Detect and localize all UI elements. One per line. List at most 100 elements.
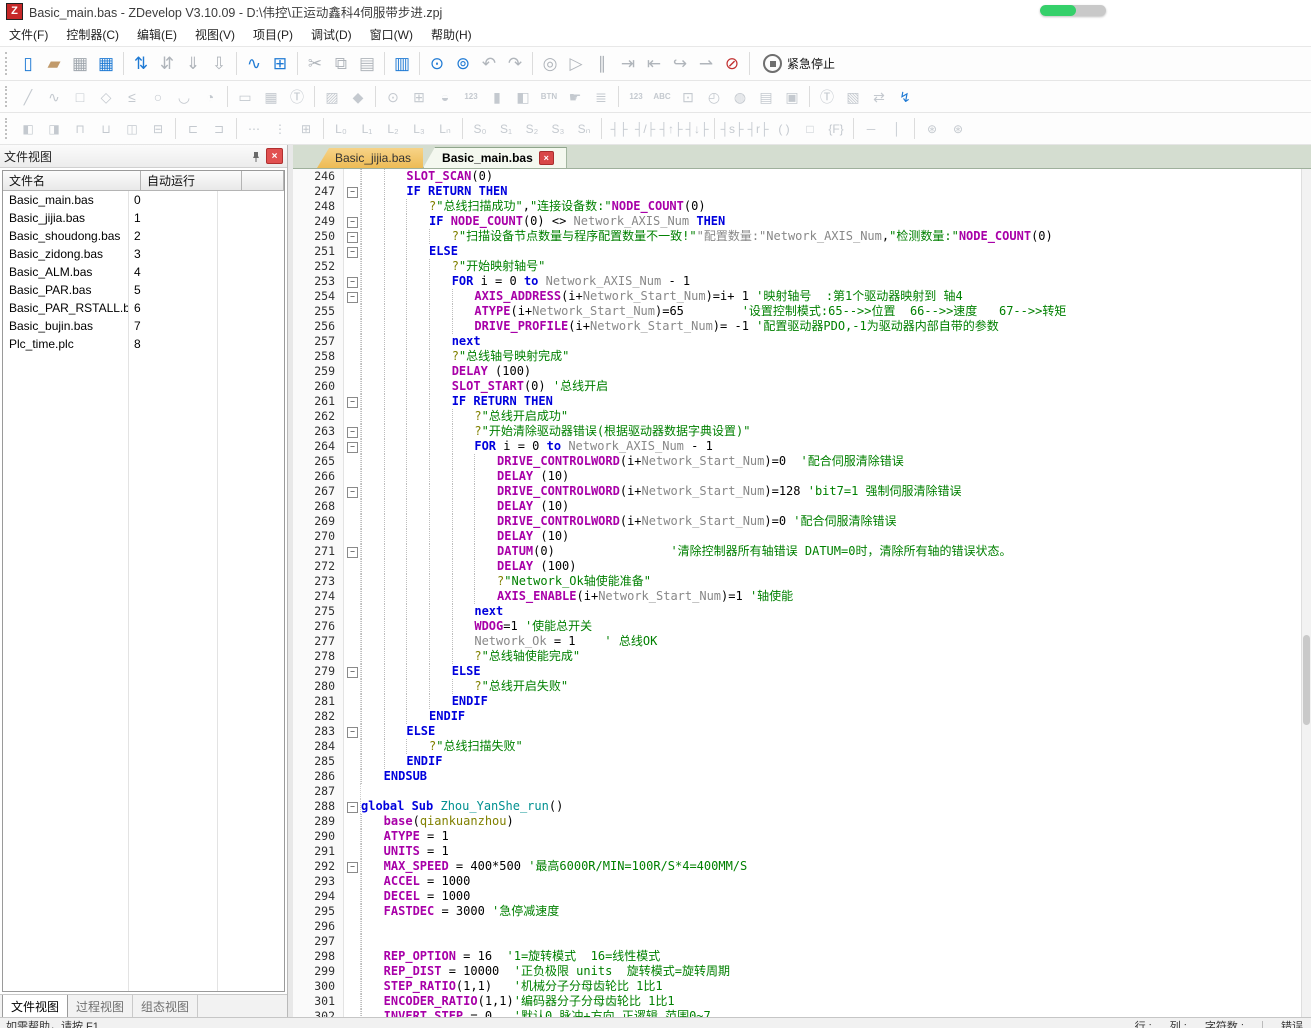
bus-config-button[interactable]: ⊞ [268,52,292,76]
center-vertical-button[interactable]: ⊟ [146,119,170,139]
download-rom-button[interactable]: ⇩ [207,52,231,76]
align-right-button[interactable]: ◨ [42,119,66,139]
button-widget-button[interactable]: ▮ [485,86,509,108]
contact-falling-button[interactable]: ┤↓├ [685,119,709,139]
scrollbar-thumb[interactable] [1303,635,1310,725]
redo-button[interactable]: ↷ [503,52,527,76]
oscilloscope-button[interactable]: ∿ [242,52,266,76]
slider-widget-button[interactable]: ⊡ [676,86,700,108]
touch-widget-button[interactable]: ☛ [563,86,587,108]
align-left-button[interactable]: ◧ [16,119,40,139]
fold-marker-icon[interactable]: − [347,217,358,228]
h-line-button[interactable]: ─ [859,119,883,139]
cad-import-button[interactable]: ▣ [780,86,804,108]
column-extra[interactable] [242,171,284,191]
coil-button[interactable]: ( ) [772,119,796,139]
make-same-height-button[interactable]: ⊐ [207,119,231,139]
fold-marker-icon[interactable]: − [347,427,358,438]
ladder-s3-button[interactable]: S₃ [546,119,570,139]
image-widget-button[interactable]: ▨ [320,86,344,108]
new-file-button[interactable]: ▯ [16,52,40,76]
fold-margin[interactable]: − [344,664,361,679]
fold-margin[interactable]: − [344,859,361,874]
menu-item[interactable]: 项目(P) [244,23,302,46]
swap-widget-button[interactable]: ⇄ [867,86,891,108]
save-screen-button[interactable]: ▤ [754,86,778,108]
fold-margin[interactable]: − [344,484,361,499]
fold-margin[interactable]: − [344,289,361,304]
file-row[interactable]: Basic_PAR_RSTALL.bas6 [3,299,284,317]
picture-widget-button[interactable]: ▧ [841,86,865,108]
distribute-vertical-button[interactable]: ⋮ [268,119,292,139]
gesture-draw-button[interactable]: ↯ [893,86,917,108]
step-into-button[interactable]: ⇥ [616,52,640,76]
ladder-s2-button[interactable]: S₂ [520,119,544,139]
ruler-button[interactable]: ▭ [233,86,257,108]
fold-marker-icon[interactable]: − [347,862,358,873]
fold-marker-icon[interactable]: − [347,397,358,408]
menu-item[interactable]: 视图(V) [186,23,244,46]
draw-pie-button[interactable]: ◔ [198,86,222,108]
editor-vscrollbar[interactable] [1301,169,1311,1017]
column-filename[interactable]: 文件名 [3,171,141,191]
ladder-s0-button[interactable]: S₀ [468,119,492,139]
toolbar-grip[interactable] [5,86,12,108]
debug-target-button[interactable]: ◎ [538,52,562,76]
file-view-close-button[interactable]: × [266,148,283,164]
display-widget-button[interactable]: ⊞ [407,86,431,108]
panel-tab[interactable]: 组态视图 [133,995,198,1018]
fold-marker-icon[interactable]: − [347,802,358,813]
text-frame-button[interactable]: Ⓣ [285,86,309,108]
file-row[interactable]: Basic_jijia.bas1 [3,209,284,227]
fold-marker-icon[interactable]: − [347,487,358,498]
fold-marker-icon[interactable]: − [347,277,358,288]
draw-ellipse-button[interactable]: ○ [146,86,170,108]
contact-no-button[interactable]: ┤├ [607,119,631,139]
step-out-button[interactable]: ⇤ [642,52,666,76]
center-horizontal-button[interactable]: ◫ [120,119,144,139]
fold-marker-icon[interactable]: − [347,247,358,258]
debug-stop-button[interactable]: ⊘ [720,52,744,76]
connect-controller-button[interactable]: ⇅ [129,52,153,76]
draw-polygon-button[interactable]: ◇ [94,86,118,108]
btn-widget-button[interactable]: BTN [537,86,561,108]
contact-set-button[interactable]: ┤s├ [720,119,744,139]
print-button[interactable]: ▥ [390,52,414,76]
lamp-widget-button[interactable]: ⊙ [381,86,405,108]
text-input-button[interactable]: ABC [650,86,674,108]
draw-rectangle-button[interactable]: □ [68,86,92,108]
disconnect-controller-button[interactable]: ⇵ [155,52,179,76]
ladder-l3-button[interactable]: L₃ [407,119,431,139]
fold-margin[interactable]: − [344,724,361,739]
function-box-button[interactable]: □ [798,119,822,139]
menu-item[interactable]: 窗口(W) [361,23,422,46]
fold-marker-icon[interactable]: − [347,667,358,678]
fold-margin[interactable]: − [344,799,361,814]
fold-margin[interactable]: − [344,229,361,244]
fold-margin[interactable]: − [344,544,361,559]
find-in-files-button[interactable]: ⊚ [451,52,475,76]
menu-item[interactable]: 文件(F) [0,23,57,46]
ladder-l1-button[interactable]: L₁ [355,119,379,139]
label-widget-button[interactable]: Ⓣ [815,86,839,108]
number-input-button[interactable]: 123 [624,86,648,108]
toolbar-grip[interactable] [5,118,12,140]
debug-pause-button[interactable]: ∥ [590,52,614,76]
contact-nc-button[interactable]: ┤/├ [633,119,657,139]
file-row[interactable]: Basic_zidong.bas3 [3,245,284,263]
download-ram-button[interactable]: ⇓ [181,52,205,76]
fold-margin[interactable]: − [344,274,361,289]
menu-item[interactable]: 编辑(E) [128,23,186,46]
ladder-s1-button[interactable]: S₁ [494,119,518,139]
file-row[interactable]: Basic_bujin.bas7 [3,317,284,335]
file-row[interactable]: Basic_shoudong.bas2 [3,227,284,245]
column-autorun[interactable]: 自动运行 [141,171,242,191]
menu-item[interactable]: 调试(D) [302,23,361,46]
fold-margin[interactable]: − [344,244,361,259]
v-line-button[interactable]: │ [885,119,909,139]
delete-branch-button[interactable]: ⊛ [946,119,970,139]
ladder-l0-button[interactable]: L₀ [329,119,353,139]
grid-snap-button[interactable]: ⊞ [294,119,318,139]
open-project-button[interactable]: ▰ [42,52,66,76]
file-row[interactable]: Basic_ALM.bas4 [3,263,284,281]
